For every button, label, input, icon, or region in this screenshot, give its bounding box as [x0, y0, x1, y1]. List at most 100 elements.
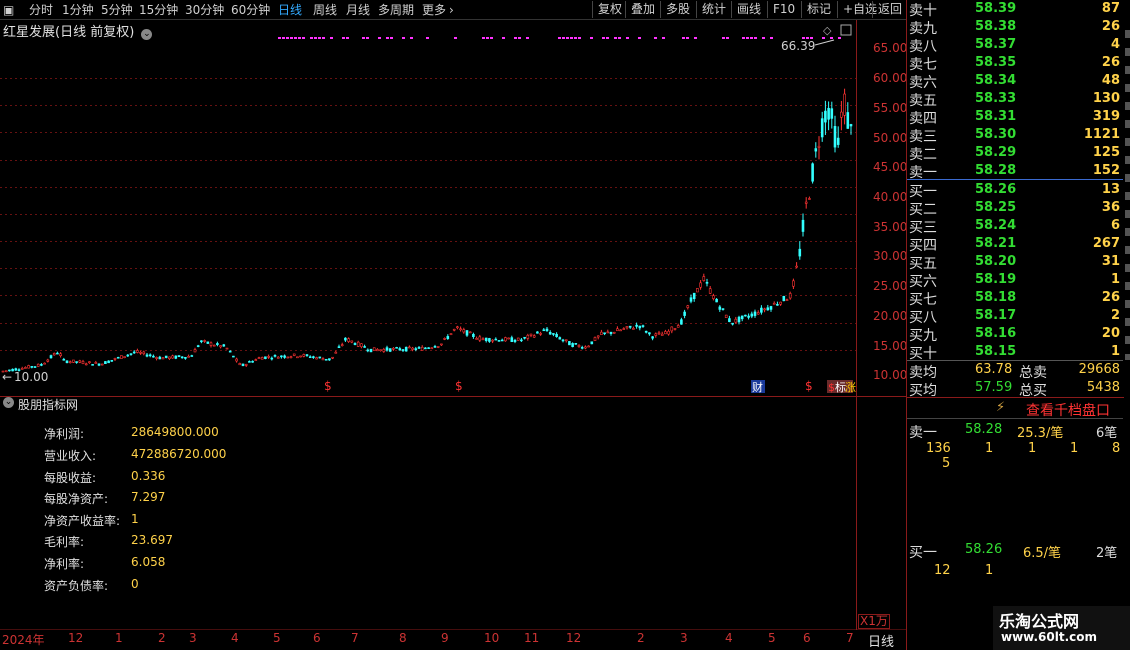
buy1-order: 12: [934, 563, 951, 578]
menu-icon[interactable]: ▣: [3, 2, 14, 18]
candle-body: [558, 337, 562, 340]
button-f10[interactable]: F10: [767, 1, 795, 18]
candle-body: [404, 346, 408, 352]
candle-body: [430, 347, 434, 350]
sell-level-price[interactable]: 58.39: [975, 1, 1016, 16]
button-stats[interactable]: 统计: [696, 1, 726, 18]
signal-dot: [574, 37, 577, 39]
candle-body: [696, 288, 699, 293]
candle-body: [228, 350, 232, 353]
candle-body: [155, 357, 158, 359]
sell-level-price[interactable]: 58.30: [975, 127, 1016, 142]
total-sell-label: 总卖: [1019, 365, 1047, 381]
period-label[interactable]: 日线: [868, 631, 894, 650]
marker-dividend[interactable]: $: [828, 381, 835, 394]
tab-fenshi[interactable]: 分时: [29, 2, 53, 18]
tab-60min[interactable]: 60分钟: [231, 2, 270, 18]
candle-body: [712, 295, 715, 299]
sell-level-price[interactable]: 58.38: [975, 19, 1016, 34]
signal-dot: [614, 37, 617, 39]
candle-body: [609, 331, 613, 334]
candle-body: [286, 356, 290, 359]
marker-dividend[interactable]: $: [455, 379, 463, 393]
view-full-depth-button[interactable]: 查看千档盘口: [1026, 400, 1110, 420]
buy-level-price[interactable]: 58.19: [975, 272, 1016, 287]
button-multistock[interactable]: 多股: [660, 1, 690, 18]
candle-body: [446, 336, 450, 339]
candle-body: [190, 355, 194, 357]
sell-level-price[interactable]: 58.33: [975, 91, 1016, 106]
sell-level-volume: 152: [1092, 163, 1120, 178]
button-mark[interactable]: 标记: [801, 1, 831, 18]
sell1-order: 8: [1112, 441, 1121, 456]
candle-body: [369, 348, 373, 353]
fin-value: 7.297: [131, 490, 166, 504]
candle-body: [619, 329, 622, 332]
sell-level-price[interactable]: 58.37: [975, 37, 1016, 52]
buy-level-label: 买十: [909, 346, 937, 362]
sell-level-price[interactable]: 58.34: [975, 73, 1016, 88]
tab-1min[interactable]: 1分钟: [62, 2, 94, 18]
candle-body: [798, 248, 802, 257]
tab-weekly[interactable]: 周线: [313, 2, 337, 18]
candle-body: [740, 315, 744, 320]
candle-body: [683, 311, 686, 316]
buy-level-price[interactable]: 58.16: [975, 326, 1016, 341]
candle-body: [478, 336, 482, 341]
candle-body: [600, 331, 603, 335]
candle-body: [756, 312, 760, 315]
button-overlay[interactable]: 叠加: [625, 1, 655, 18]
buy-level-price[interactable]: 58.17: [975, 308, 1016, 323]
signal-dot: [822, 37, 825, 39]
candle-body: [545, 328, 549, 332]
candle-body: [420, 346, 424, 351]
chevron-down-icon[interactable]: ⌄: [3, 397, 14, 408]
tab-5min[interactable]: 5分钟: [101, 2, 133, 18]
candle-body: [539, 333, 542, 335]
candle-body: [145, 354, 149, 357]
marker-dividend[interactable]: $: [324, 379, 332, 393]
tab-15min[interactable]: 15分钟: [139, 2, 178, 18]
buy-level-price[interactable]: 58.20: [975, 254, 1016, 269]
buy-level-price[interactable]: 58.18: [975, 290, 1016, 305]
tab-more[interactable]: 更多: [422, 2, 446, 18]
sell-level-label: 卖七: [909, 57, 937, 73]
buy-level-price[interactable]: 58.15: [975, 344, 1016, 359]
candle-body: [366, 349, 370, 352]
candle-body: [747, 315, 750, 318]
fin-label: 毛利率:: [44, 535, 85, 549]
button-back[interactable]: 返回: [872, 1, 902, 18]
buy-level-price[interactable]: 58.26: [975, 182, 1016, 197]
marker-dividend[interactable]: $: [805, 379, 813, 393]
buy-level-price[interactable]: 58.24: [975, 218, 1016, 233]
candle-body: [728, 318, 731, 323]
candle-body: [676, 325, 680, 328]
tab-monthly[interactable]: 月线: [346, 2, 370, 18]
candle-body: [507, 337, 510, 340]
buy-level-price[interactable]: 58.25: [975, 200, 1016, 215]
tab-daily[interactable]: 日线: [278, 2, 302, 18]
sell1-avg: 25.3/笔: [1017, 426, 1064, 441]
chevron-right-icon[interactable]: ›: [449, 2, 454, 18]
candle-body: [504, 337, 507, 342]
marker-limit-up[interactable]: 涨: [845, 381, 856, 394]
sell-level-price[interactable]: 58.35: [975, 55, 1016, 70]
tab-multi-period[interactable]: 多周期: [378, 2, 414, 18]
marker-finance[interactable]: 财: [752, 380, 763, 394]
unit-label[interactable]: X1万: [858, 614, 890, 629]
fin-label: 净利率:: [44, 557, 85, 571]
sell-level-price[interactable]: 58.29: [975, 145, 1016, 160]
button-draw[interactable]: 画线: [731, 1, 761, 18]
sell-level-price[interactable]: 58.31: [975, 109, 1016, 124]
tab-30min[interactable]: 30分钟: [185, 2, 224, 18]
indicator-title[interactable]: 股朋指标网: [18, 396, 78, 413]
candle-body: [388, 348, 392, 352]
buy1-price: 58.26: [965, 542, 1003, 557]
sell-level-price[interactable]: 58.28: [975, 163, 1016, 178]
candle-body: [472, 333, 475, 337]
candle-body: [475, 338, 478, 340]
candle-body: [88, 361, 91, 363]
buy-level-price[interactable]: 58.21: [975, 236, 1016, 251]
button-fuquan[interactable]: 复权: [592, 1, 622, 18]
candle-body: [606, 331, 610, 334]
